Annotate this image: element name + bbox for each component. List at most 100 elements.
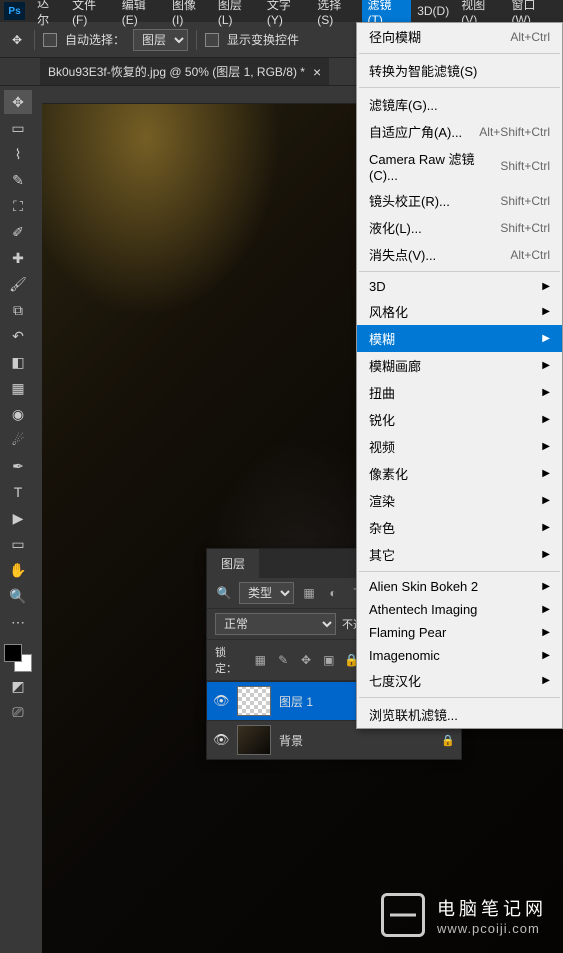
layer-name[interactable]: 背景 bbox=[279, 732, 303, 749]
filter-convert-smart[interactable]: 转换为智能滤镜(S) bbox=[357, 57, 562, 84]
visibility-icon[interactable]: 👁 bbox=[213, 693, 229, 709]
marquee-tool[interactable]: ▭ bbox=[4, 116, 32, 140]
filter-render[interactable]: 渲染▶ bbox=[357, 487, 562, 514]
filter-plugin-qidu[interactable]: 七度汉化▶ bbox=[357, 667, 562, 694]
filter-vanishing-point[interactable]: 消失点(V)...Alt+Ctrl bbox=[357, 241, 562, 268]
toolbox: ✥ ▭ ⌇ ✎ ⛶ ✐ ✚ 🖌 ⧉ ↶ ◧ ▦ ◉ ☄ ✒ T ▶ ▭ ✋ 🔍 … bbox=[0, 86, 36, 953]
edit-toolbar[interactable]: ⋯ bbox=[4, 610, 32, 634]
filter-stylize[interactable]: 风格化▶ bbox=[357, 298, 562, 325]
transform-controls-label: 显示变换控件 bbox=[227, 31, 299, 48]
filter-plugin-flamingpear[interactable]: Flaming Pear▶ bbox=[357, 621, 562, 644]
lock-artboard-icon[interactable]: ▣ bbox=[320, 651, 337, 669]
eyedropper-tool[interactable]: ✐ bbox=[4, 220, 32, 244]
filter-blur[interactable]: 模糊▶ bbox=[357, 325, 562, 352]
menu-edit[interactable]: 编辑(E) bbox=[116, 0, 166, 30]
watermark-logo-icon bbox=[381, 893, 425, 937]
filter-kind-select[interactable]: 类型 bbox=[239, 582, 294, 604]
quick-select-tool[interactable]: ✎ bbox=[4, 168, 32, 192]
filter-browse-online[interactable]: 浏览联机滤镜... bbox=[357, 701, 562, 728]
menu-select[interactable]: 选择(S) bbox=[311, 0, 361, 30]
layer-thumbnail[interactable] bbox=[237, 686, 271, 716]
filter-adjust-icon[interactable]: ◐ bbox=[324, 584, 342, 602]
foreground-color-swatch[interactable] bbox=[4, 644, 22, 662]
document-tab[interactable]: Bk0u93E3f-恢复的.jpg @ 50% (图层 1, RGB/8) * … bbox=[40, 58, 329, 85]
filter-video[interactable]: 视频▶ bbox=[357, 433, 562, 460]
vertical-ruler bbox=[36, 86, 42, 953]
move-tool-icon: ✥ bbox=[8, 31, 26, 49]
move-tool[interactable]: ✥ bbox=[4, 90, 32, 114]
crop-tool[interactable]: ⛶ bbox=[4, 194, 32, 218]
menu-file[interactable]: 文件(F) bbox=[66, 0, 116, 30]
menu-separator bbox=[359, 697, 560, 698]
type-tool[interactable]: T bbox=[4, 480, 32, 504]
lock-label: 锁定： bbox=[215, 644, 246, 676]
filter-pixelate[interactable]: 像素化▶ bbox=[357, 460, 562, 487]
screenmode-tool[interactable]: ⎚ bbox=[4, 700, 32, 724]
filter-pixel-icon[interactable]: ▦ bbox=[300, 584, 318, 602]
lock-icon: 🔒 bbox=[441, 734, 455, 747]
filter-lens-correction[interactable]: 镜头校正(R)...Shift+Ctrl bbox=[357, 187, 562, 214]
auto-select-checkbox[interactable] bbox=[43, 33, 57, 47]
pen-tool[interactable]: ✒ bbox=[4, 454, 32, 478]
layer-thumbnail[interactable] bbox=[237, 725, 271, 755]
color-swatches[interactable] bbox=[4, 644, 32, 672]
search-icon[interactable]: 🔍 bbox=[215, 584, 233, 602]
eraser-tool[interactable]: ◧ bbox=[4, 350, 32, 374]
layer-name[interactable]: 图层 1 bbox=[279, 693, 313, 710]
lock-position-icon[interactable]: ✥ bbox=[298, 651, 315, 669]
watermark-url: www.pcoiji.com bbox=[437, 921, 547, 936]
zoom-tool[interactable]: 🔍 bbox=[4, 584, 32, 608]
path-select-tool[interactable]: ▶ bbox=[4, 506, 32, 530]
stamp-tool[interactable]: ⧉ bbox=[4, 298, 32, 322]
filter-noise[interactable]: 杂色▶ bbox=[357, 514, 562, 541]
lock-image-icon[interactable]: ✎ bbox=[275, 651, 292, 669]
menu-separator bbox=[359, 87, 560, 88]
filter-gallery[interactable]: 滤镜库(G)... bbox=[357, 91, 562, 118]
filter-blur-gallery[interactable]: 模糊画廊▶ bbox=[357, 352, 562, 379]
menu-separator bbox=[359, 571, 560, 572]
filter-plugin-athentech[interactable]: Athentech Imaging▶ bbox=[357, 598, 562, 621]
history-brush-tool[interactable]: ↶ bbox=[4, 324, 32, 348]
watermark-title: 电脑笔记网 bbox=[437, 895, 547, 921]
menubar: Ps 达尔 文件(F) 编辑(E) 图像(I) 图层(L) 文字(Y) 选择(S… bbox=[0, 0, 563, 22]
dodge-tool[interactable]: ☄ bbox=[4, 428, 32, 452]
blend-mode-select[interactable]: 正常 bbox=[215, 613, 336, 635]
auto-select-label: 自动选择： bbox=[65, 31, 125, 48]
lock-transparency-icon[interactable]: ▦ bbox=[252, 651, 269, 669]
separator bbox=[34, 30, 35, 50]
close-icon[interactable]: × bbox=[313, 64, 321, 80]
auto-select-dropdown[interactable]: 图层 bbox=[133, 29, 188, 51]
filter-last[interactable]: 径向模糊 Alt+Ctrl bbox=[357, 23, 562, 50]
layers-tab[interactable]: 图层 bbox=[207, 549, 259, 578]
menu-3d[interactable]: 3D(D) bbox=[411, 1, 455, 21]
filter-adaptive-wide[interactable]: 自适应广角(A)...Alt+Shift+Ctrl bbox=[357, 118, 562, 145]
filter-3d[interactable]: 3D▶ bbox=[357, 275, 562, 298]
filter-plugin-imagenomic[interactable]: Imagenomic▶ bbox=[357, 644, 562, 667]
brush-tool[interactable]: 🖌 bbox=[4, 272, 32, 296]
lasso-tool[interactable]: ⌇ bbox=[4, 142, 32, 166]
menu-layer[interactable]: 图层(L) bbox=[212, 0, 261, 30]
separator bbox=[196, 30, 197, 50]
filter-other[interactable]: 其它▶ bbox=[357, 541, 562, 568]
shape-tool[interactable]: ▭ bbox=[4, 532, 32, 556]
hand-tool[interactable]: ✋ bbox=[4, 558, 32, 582]
menu-file-alt[interactable]: 达尔 bbox=[31, 0, 66, 31]
visibility-icon[interactable]: 👁 bbox=[213, 732, 229, 748]
filter-plugin-bokeh[interactable]: Alien Skin Bokeh 2▶ bbox=[357, 575, 562, 598]
menu-type[interactable]: 文字(Y) bbox=[261, 0, 311, 30]
app-logo: Ps bbox=[4, 2, 25, 20]
filter-liquify[interactable]: 液化(L)...Shift+Ctrl bbox=[357, 214, 562, 241]
menu-separator bbox=[359, 53, 560, 54]
blur-tool[interactable]: ◉ bbox=[4, 402, 32, 426]
healing-tool[interactable]: ✚ bbox=[4, 246, 32, 270]
filter-sharpen[interactable]: 锐化▶ bbox=[357, 406, 562, 433]
filter-distort[interactable]: 扭曲▶ bbox=[357, 379, 562, 406]
gradient-tool[interactable]: ▦ bbox=[4, 376, 32, 400]
transform-controls-checkbox[interactable] bbox=[205, 33, 219, 47]
tab-title: Bk0u93E3f-恢复的.jpg @ 50% (图层 1, RGB/8) * bbox=[48, 63, 305, 80]
filter-camera-raw[interactable]: Camera Raw 滤镜(C)...Shift+Ctrl bbox=[357, 145, 562, 187]
watermark: 电脑笔记网 www.pcoiji.com bbox=[381, 893, 547, 937]
menu-image[interactable]: 图像(I) bbox=[166, 0, 212, 30]
menu-separator bbox=[359, 271, 560, 272]
quickmask-tool[interactable]: ◩ bbox=[4, 674, 32, 698]
